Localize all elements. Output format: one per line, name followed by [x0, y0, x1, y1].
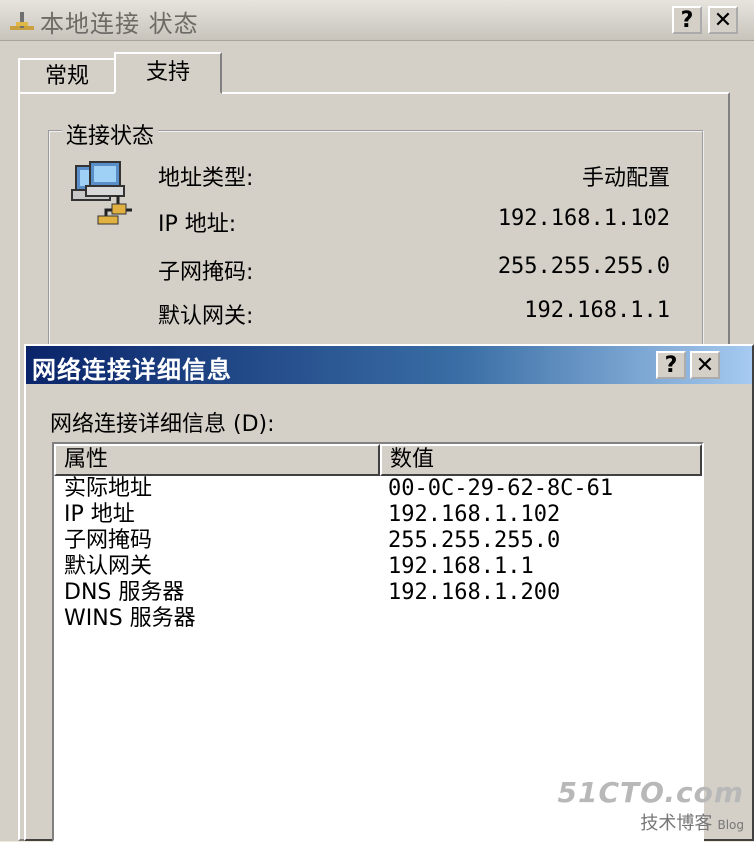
- value-cell: 00-0C-29-62-8C-61: [388, 476, 614, 501]
- tab-support[interactable]: 支持: [114, 52, 222, 94]
- list-item[interactable]: 子网掩码 255.255.255.0: [54, 528, 702, 554]
- address-type-label: 地址类型:: [158, 166, 254, 191]
- group-title: 连接状态: [62, 118, 159, 150]
- status-window-titlebar: 本地连接 状态 ? ✕: [0, 0, 754, 41]
- ip-address-label: IP 地址:: [158, 212, 237, 237]
- list-item[interactable]: DNS 服务器 192.168.1.200: [54, 580, 702, 606]
- tab-support-label: 支持: [145, 60, 190, 85]
- value-cell: 192.168.1.1: [388, 554, 534, 579]
- network-details-dialog: 网络连接详细信息 ? ✕ 网络连接详细信息 (D): 属性 数值 实际地址 00…: [24, 344, 754, 842]
- dialog-title: 网络连接详细信息: [32, 356, 232, 384]
- help-button[interactable]: ?: [672, 6, 702, 34]
- list-item[interactable]: IP 地址 192.168.1.102: [54, 502, 702, 528]
- ip-address-value: 192.168.1.102: [497, 206, 670, 231]
- default-gateway-label: 默认网关:: [158, 304, 254, 329]
- watermark-sub: 技术博客: [640, 813, 713, 834]
- property-cell: WINS 服务器: [64, 606, 196, 631]
- property-cell: 默认网关: [64, 554, 153, 579]
- watermark-blog: Blog: [717, 818, 744, 832]
- close-button[interactable]: ✕: [708, 6, 738, 34]
- status-window-title: 本地连接 状态: [40, 10, 199, 38]
- column-header-property[interactable]: 属性: [54, 444, 380, 476]
- details-list-label: 网络连接详细信息 (D):: [50, 412, 275, 437]
- value-cell: 192.168.1.200: [388, 580, 561, 605]
- default-gateway-value: 192.168.1.1: [524, 298, 670, 323]
- property-cell: DNS 服务器: [64, 580, 185, 605]
- property-cell: 实际地址: [64, 476, 153, 501]
- tab-general-label: 常规: [44, 64, 89, 89]
- property-cell: 子网掩码: [64, 528, 153, 553]
- computer-network-icon: [71, 161, 132, 225]
- dialog-titlebar: 网络连接详细信息 ? ✕: [26, 346, 752, 384]
- dialog-help-button[interactable]: ?: [656, 351, 686, 379]
- watermark-site: 51CTO.com: [557, 776, 744, 809]
- tab-general[interactable]: 常规: [18, 58, 116, 94]
- dialog-close-button[interactable]: ✕: [690, 351, 720, 379]
- value-cell: 255.255.255.0: [388, 528, 561, 553]
- list-item[interactable]: 实际地址 00-0C-29-62-8C-61: [54, 476, 702, 502]
- subnet-mask-value: 255.255.255.0: [497, 254, 670, 279]
- site-watermark: 51CTO.com 技术博客 Blog: [558, 776, 744, 835]
- list-item[interactable]: 默认网关 192.168.1.1: [54, 554, 702, 580]
- network-connection-icon: [10, 12, 34, 30]
- column-header-value[interactable]: 数值: [380, 444, 702, 476]
- value-cell: 192.168.1.102: [388, 502, 561, 527]
- list-item[interactable]: WINS 服务器: [54, 606, 702, 632]
- property-cell: IP 地址: [64, 502, 135, 527]
- address-type-value: 手动配置: [581, 166, 670, 191]
- subnet-mask-label: 子网掩码:: [158, 260, 254, 285]
